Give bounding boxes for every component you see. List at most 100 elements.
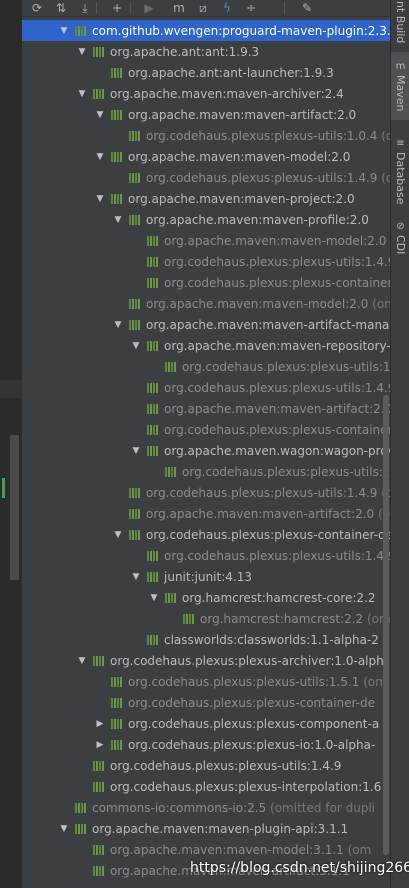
tree-row[interactable]: ▼org.codehaus.plexus:plexus-utils:1.4.9 … [22, 482, 390, 503]
tree-row[interactable]: ▼org.codehaus.plexus:plexus-container- [22, 419, 390, 440]
chevron-down-icon[interactable]: ▼ [76, 655, 88, 667]
dependency-label: org.codehaus.plexus:plexus-utils:1.4.9 [164, 549, 390, 563]
tree-row[interactable]: ▼org.apache.maven:maven-model:2.0 (omi [22, 293, 390, 314]
chevron-down-icon[interactable]: ▼ [94, 109, 106, 121]
lightning-button[interactable]: ϟ [218, 0, 236, 16]
add-icon: + [111, 1, 123, 15]
tree-row[interactable]: ▼ org.codehaus.plexus:plexus-archiver:1.0… [22, 650, 390, 671]
reimport-icon: ⇅ [55, 1, 67, 15]
toolbar-separator [130, 2, 131, 14]
chevron-down-icon[interactable]: ▼ [112, 319, 124, 331]
tool-tab-cdi[interactable]: ⊘ CDI [391, 218, 409, 258]
library-icon [129, 172, 140, 183]
tree-row[interactable]: ▶ org.codehaus.plexus:plexus-component-a [22, 713, 390, 734]
tree-row[interactable]: ▼org.codehaus.plexus:plexus-utils:1.4.9 [22, 251, 390, 272]
tree-row[interactable]: ▼ org.apache.maven:maven-profile:2.0 [22, 209, 390, 230]
refresh-button[interactable]: ⟳ [28, 0, 46, 16]
dependency-label: org.apache.maven:maven-repository-m [164, 339, 390, 353]
tree-row[interactable]: ▼org.codehaus.plexus:plexus-container- [22, 272, 390, 293]
library-icon [75, 823, 86, 834]
chevron-down-icon[interactable]: ▼ [94, 193, 106, 205]
tool-tab-database[interactable]: ≡ Database [391, 128, 409, 214]
chevron-down-icon[interactable]: ▼ [58, 823, 70, 835]
tool-tab-maven[interactable]: m Maven [391, 52, 409, 120]
tree-row[interactable]: ▼ org.apache.maven:maven-repository-m [22, 335, 390, 356]
chevron-down-icon[interactable]: ▼ [76, 46, 88, 58]
gutter-scroll-thumb[interactable] [10, 435, 19, 580]
chevron-down-icon[interactable]: ▼ [112, 529, 124, 541]
tool-tab-nt-build[interactable]: nt Build [391, 0, 409, 44]
dependency-label: classworlds:classworlds:1.1-alpha-2 [164, 633, 379, 647]
tree-row[interactable]: ▼org.codehaus.plexus:plexus-utils:1.4 [22, 356, 390, 377]
dependency-coordinates: org.codehaus.plexus:plexus-utils:1.4.9 [146, 170, 378, 185]
tree-row[interactable]: ▼ org.hamcrest:hamcrest-core:2.2 [22, 587, 390, 608]
collapse-all-button[interactable]: ÷ [242, 0, 260, 16]
tree-row[interactable]: ▼ org.apache.maven:maven-project:2.0 [22, 188, 390, 209]
tree-row[interactable]: ▼ org.apache.ant:ant:1.9.3 [22, 41, 390, 62]
library-icon [75, 25, 86, 36]
tree-row[interactable]: ▼ junit:junit:4.13 [22, 566, 390, 587]
tree-row[interactable]: ▼ org.apache.maven:maven-artifact:2.0 [22, 104, 390, 125]
tree-row[interactable]: ▼ org.apache.maven:maven-plugin-api:3.1.1 [22, 818, 390, 839]
tree-row[interactable]: ▼org.hamcrest:hamcrest:2.2 (omit [22, 608, 390, 629]
chevron-down-icon[interactable]: ▼ [130, 571, 142, 583]
tree-row[interactable]: ▼org.codehaus.plexus:plexus-interpolatio… [22, 776, 390, 797]
add-button[interactable]: + [108, 0, 126, 16]
tree-row[interactable]: ▼org.apache.maven:maven-model:3.1.1 (om [22, 839, 390, 860]
tree-row[interactable]: ▼ org.apache.maven:maven-artifact-manage [22, 314, 390, 335]
tree-row[interactable]: ▼org.apache.maven:maven-artifact:2.0 ( [22, 398, 390, 419]
tree-row[interactable]: ▼org.apache.maven:maven-model:2.0 (o [22, 230, 390, 251]
toolbar-separator [284, 2, 285, 14]
dependency-coordinates: org.apache.ant:ant-launcher:1.9.3 [128, 65, 334, 80]
gutter-band [0, 380, 22, 398]
chevron-right-icon[interactable]: ▶ [94, 718, 106, 730]
tree-row[interactable]: ▼org.codehaus.plexus:plexus-container-de [22, 524, 390, 545]
chevron-right-icon[interactable]: ▶ [94, 739, 106, 751]
chevron-down-icon[interactable]: ▼ [112, 214, 124, 226]
tree-row[interactable]: ▼commons-io:commons-io:2.5 (omitted for … [22, 797, 390, 818]
reimport-button[interactable]: ⇅ [52, 0, 70, 16]
tree-row[interactable]: ▶ org.codehaus.plexus:plexus-io:1.0-alpha… [22, 734, 390, 755]
chevron-down-icon[interactable]: ▼ [130, 445, 142, 457]
library-icon [93, 781, 104, 792]
chevron-down-icon[interactable]: ▼ [130, 340, 142, 352]
dependency-coordinates: org.apache.maven:maven-profile:2.0 [146, 212, 369, 227]
dependency-label: org.apache.ant:ant-launcher:1.9.3 [128, 66, 334, 80]
download-button[interactable]: ⤓ [76, 0, 94, 16]
chevron-down-icon[interactable]: ▼ [148, 592, 160, 604]
library-icon [129, 298, 140, 309]
tree-row[interactable]: ▼org.codehaus.plexus:plexus-container-de [22, 692, 390, 713]
tree-row[interactable]: ▼ com.github.wvengen:proguard-maven-plugi… [22, 20, 390, 41]
library-icon [147, 382, 158, 393]
tree-row[interactable]: ▼org.codehaus.plexus:plexus-utils:1.4.9 [22, 755, 390, 776]
dependency-label: org.codehaus.plexus:plexus-io:1.0-alpha- [128, 738, 375, 752]
execute-goal-button[interactable]: m [170, 0, 188, 16]
chevron-down-icon[interactable]: ▼ [58, 25, 70, 37]
tree-row[interactable]: ▼org.codehaus.plexus:plexus-utils:1.4 [22, 461, 390, 482]
tree-row[interactable]: ▼org.codehaus.plexus:plexus-utils:1.4.9 [22, 377, 390, 398]
tree-scrollbar[interactable] [383, 395, 389, 855]
tree-row[interactable]: ▼org.codehaus.plexus:plexus-utils:1.4.9 [22, 545, 390, 566]
tree-row[interactable]: ▼org.codehaus.plexus:plexus-utils:1.5.1 … [22, 671, 390, 692]
tool-tab-icon: m [395, 60, 406, 72]
tree-row[interactable]: ▼org.apache.maven:maven-artifact:2.0 (o [22, 503, 390, 524]
tree-row[interactable]: ▼org.codehaus.plexus:plexus-utils:1.0.4 … [22, 125, 390, 146]
dependency-label: org.codehaus.plexus:plexus-container-de [128, 696, 375, 710]
tree-row[interactable]: ▼classworlds:classworlds:1.1-alpha-2 [22, 629, 390, 650]
settings-wrench-button[interactable]: ✎ [298, 0, 316, 16]
dependency-label: org.codehaus.plexus:plexus-component-a [128, 717, 379, 731]
lightning-icon: ϟ [223, 1, 231, 15]
dependency-label: org.apache.maven:maven-archiver:2.4 [110, 87, 344, 101]
tree-row[interactable]: ▼ org.apache.maven:maven-archiver:2.4 [22, 83, 390, 104]
library-icon [147, 445, 158, 456]
tree-row[interactable]: ▼ org.apache.maven:maven-model:2.0 [22, 146, 390, 167]
toggle-offline-button[interactable]: ⧄ [194, 0, 212, 16]
tree-row[interactable]: ▼org.apache.ant:ant-launcher:1.9.3 [22, 62, 390, 83]
chevron-down-icon[interactable]: ▼ [76, 88, 88, 100]
dependency-label: org.apache.maven.wagon:wagon-prov [164, 444, 390, 458]
run-button[interactable]: ▶ [140, 0, 158, 16]
dependency-label: commons-io:commons-io:2.5 (omitted for d… [92, 801, 375, 815]
tree-row[interactable]: ▼ org.apache.maven.wagon:wagon-prov [22, 440, 390, 461]
tree-row[interactable]: ▼org.codehaus.plexus:plexus-utils:1.4.9 … [22, 167, 390, 188]
chevron-down-icon[interactable]: ▼ [94, 151, 106, 163]
